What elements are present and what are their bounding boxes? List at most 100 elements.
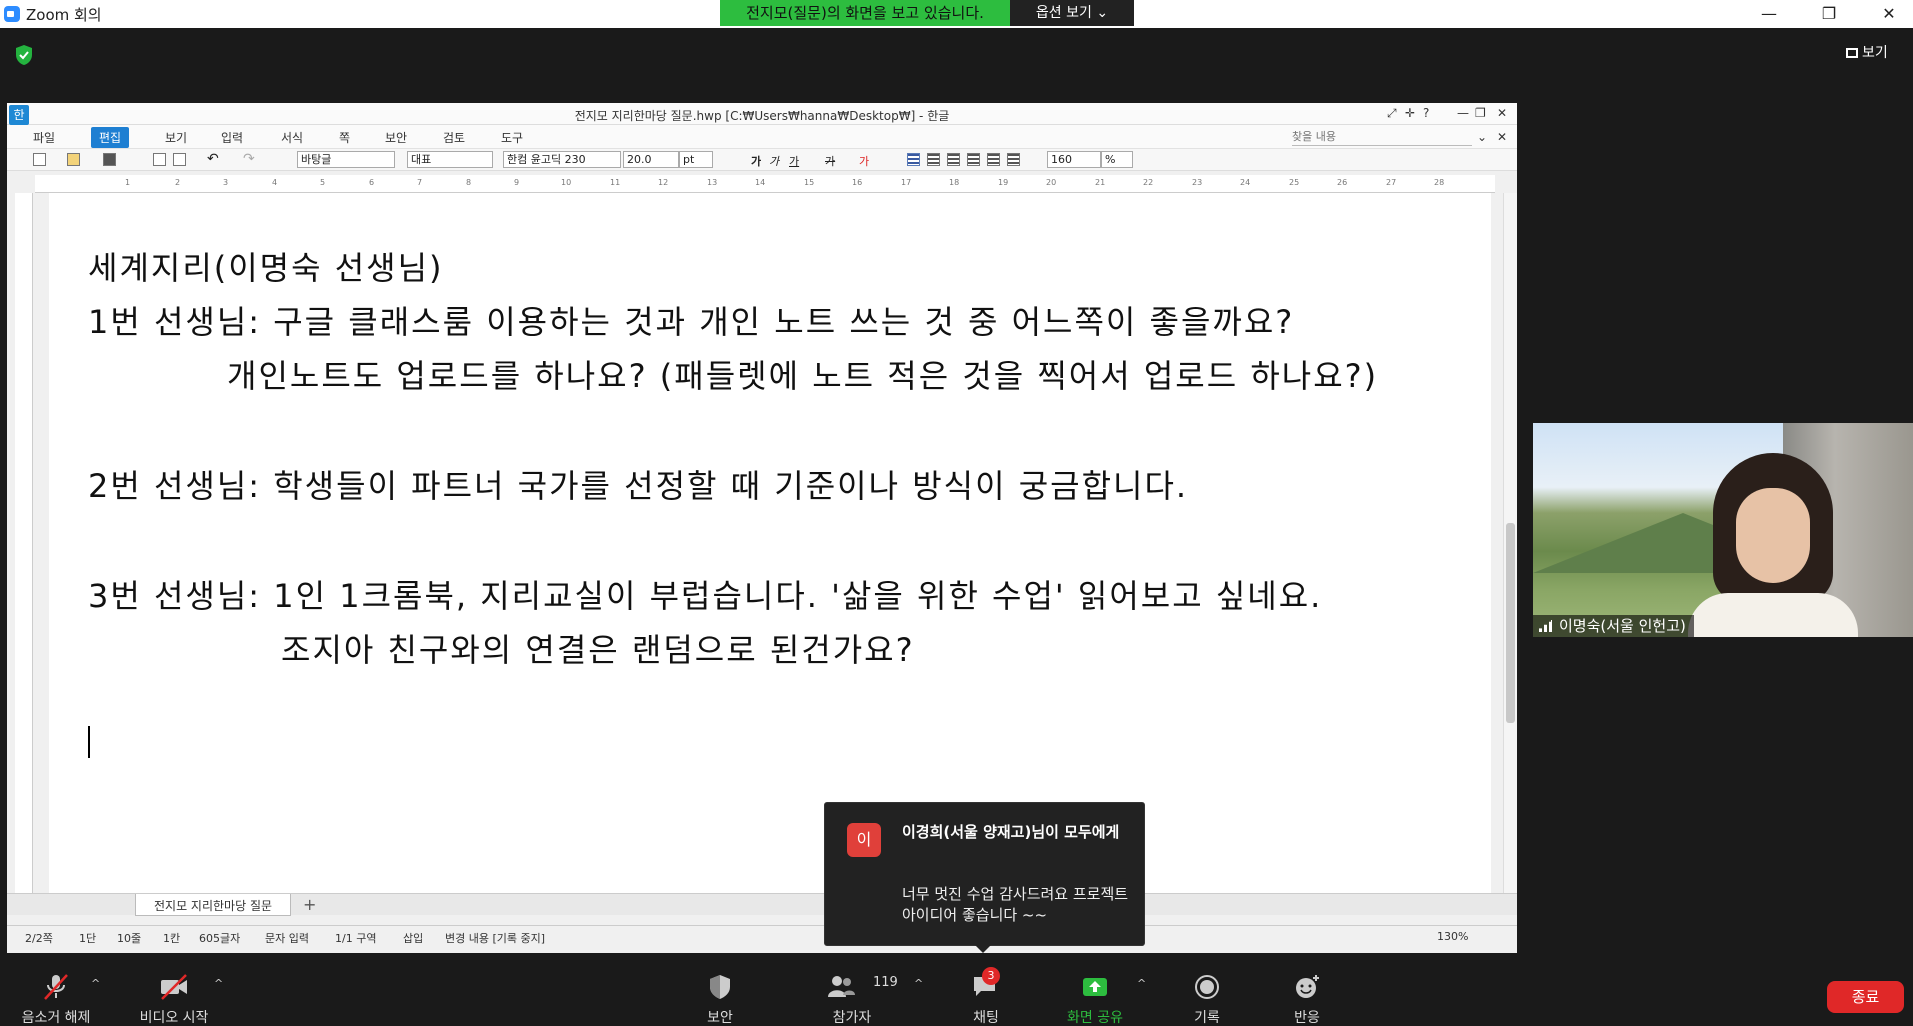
doc-question-3a[interactable]: 3번 선생님: 1인 1크롬북, 지리교실이 부럽습니다. '삶을 위한 수업'… — [88, 571, 1322, 617]
font-size-input[interactable]: 20.0 — [623, 151, 679, 168]
status-line: 10줄 — [117, 932, 142, 945]
record-icon — [1195, 975, 1219, 999]
participants-count: 119 — [873, 975, 898, 990]
print-icon[interactable] — [153, 153, 166, 166]
chat-unread-badge: 3 — [982, 967, 1000, 985]
underline-icon[interactable]: 가 — [789, 153, 802, 168]
scrollbar-thumb[interactable] — [1506, 523, 1515, 723]
zoom-logo-icon — [4, 6, 20, 22]
participant-video — [1688, 453, 1858, 637]
status-page: 2/2쪽 — [25, 932, 53, 945]
move-icon[interactable]: ✛ — [1405, 106, 1415, 120]
encryption-shield-icon[interactable] — [14, 44, 34, 66]
strikethrough-icon[interactable]: 가 — [825, 153, 838, 168]
align-center-icon[interactable] — [947, 153, 960, 166]
view-options-button[interactable]: 옵션 보기 ⌄ — [1010, 0, 1134, 26]
menu-insert[interactable]: 입력 — [221, 129, 243, 146]
doc-question-2[interactable]: 2번 선생님: 학생들이 파트너 국가를 선정할 때 기준이나 방식이 궁금합니… — [88, 461, 1188, 507]
font-select[interactable]: 한컴 윤고딕 230 — [503, 151, 621, 168]
participants-options-chevron-icon[interactable]: ^ — [914, 977, 923, 990]
align-right-icon[interactable] — [967, 153, 980, 166]
ribbon-collapse-icon[interactable]: ⌄ — [1477, 130, 1487, 144]
bold-icon[interactable]: 가 — [751, 153, 764, 168]
line-spacing-input[interactable]: 160 — [1047, 151, 1101, 168]
document-area: 세계지리(이명숙 선생님) 1번 선생님: 구글 클래스룸 이용하는 것과 개인… — [7, 193, 1517, 893]
fullscreen-icon[interactable]: ⤢ — [1387, 106, 1397, 121]
menu-tools[interactable]: 도구 — [501, 129, 523, 146]
status-column: 1단 — [79, 932, 97, 945]
text-color-icon[interactable]: 가 — [859, 153, 872, 168]
record-button[interactable]: 기록 — [1190, 973, 1224, 1026]
participant-video-tile[interactable]: 이명숙(서울 인헌고) — [1533, 423, 1913, 637]
audio-options-chevron-icon[interactable]: ^ — [91, 977, 100, 990]
preview-icon[interactable] — [173, 153, 186, 166]
undo-icon[interactable]: ↶ — [207, 151, 220, 167]
help-icon[interactable]: ? — [1423, 106, 1429, 120]
share-screen-icon — [1083, 978, 1107, 996]
view-layout-button[interactable]: 보기 — [1846, 42, 1906, 64]
align-left-icon[interactable] — [927, 153, 940, 166]
status-insert[interactable]: 삽입 — [403, 930, 423, 946]
status-input-mode: 문자 입력 — [265, 932, 309, 945]
shared-hangul-window: 한 전지모 지리한마당 질문.hwp [C:₩Users₩hanna₩Deskt… — [7, 103, 1517, 953]
redo-icon[interactable]: ↷ — [243, 151, 256, 167]
zoom-titlebar: Zoom 회의 전지모(질문)의 화면을 보고 있습니다. 옵션 보기 ⌄ — … — [0, 0, 1913, 28]
hwp-minimize-icon[interactable]: — — [1457, 106, 1469, 120]
tab-document[interactable]: 전지모 지리한마당 질문 — [135, 894, 292, 916]
menu-page[interactable]: 쪽 — [339, 129, 350, 146]
horizontal-ruler[interactable]: 1 2 3 4 5 6 7 8 9 10 11 12 13 14 15 16 1… — [35, 175, 1495, 193]
align-split-icon[interactable] — [1007, 153, 1020, 166]
share-screen-button[interactable]: 화면 공유 — [1060, 973, 1130, 1026]
video-options-chevron-icon[interactable]: ^ — [214, 977, 223, 990]
style2-select[interactable]: 대표 — [407, 151, 493, 168]
document-page[interactable]: 세계지리(이명숙 선생님) 1번 선생님: 구글 클래스룸 이용하는 것과 개인… — [49, 193, 1491, 893]
menu-edit[interactable]: 편집 — [91, 127, 130, 148]
minimize-icon[interactable]: — — [1746, 0, 1792, 28]
unmute-button[interactable]: 음소거 해제 — [16, 973, 96, 1026]
doc-heading[interactable]: 세계지리(이명숙 선생님) — [88, 243, 444, 289]
shield-icon — [710, 975, 730, 999]
find-input[interactable] — [1292, 128, 1472, 146]
chat-notification[interactable]: 이 이경희(서울 양재고)님이 모두에게 너무 멋진 수업 감사드려요 프로젝트… — [824, 802, 1145, 953]
save-icon[interactable] — [103, 153, 116, 166]
vertical-scrollbar[interactable] — [1503, 193, 1517, 893]
document-tabbar: 전지모 지리한마당 질문 + — [7, 893, 1517, 916]
vertical-ruler[interactable] — [15, 193, 33, 893]
align-justify-icon[interactable] — [907, 153, 920, 166]
emoji-reaction-icon — [1296, 975, 1319, 998]
status-zoom[interactable]: 130% — [1437, 930, 1468, 943]
line-spacing-unit[interactable]: % — [1101, 151, 1133, 168]
add-tab-icon[interactable]: + — [303, 895, 316, 914]
menu-file[interactable]: 파일 — [33, 129, 55, 146]
restore-icon[interactable]: ❐ — [1806, 0, 1852, 28]
status-changes[interactable]: 변경 내용 [기록 중지] — [445, 930, 545, 946]
end-meeting-button[interactable]: 종료 — [1827, 981, 1904, 1013]
font-unit-select[interactable]: pt — [679, 151, 713, 168]
menu-format[interactable]: 서식 — [281, 129, 303, 146]
menu-security[interactable]: 보안 — [385, 129, 407, 146]
chat-button[interactable]: 3 채팅 — [964, 967, 1008, 1026]
start-video-button[interactable]: 비디오 시작 — [132, 973, 216, 1026]
status-section: 1/1 구역 — [335, 932, 377, 945]
participants-icon — [828, 976, 855, 997]
hwp-restore-icon[interactable]: ❐ — [1475, 106, 1486, 120]
hwp-close-icon[interactable]: ✕ — [1497, 106, 1507, 120]
new-document-icon[interactable] — [33, 153, 46, 166]
doc-question-3b[interactable]: 조지아 친구와의 연결은 랜덤으로 된건가요? — [281, 625, 915, 671]
style-select[interactable]: 바탕글 — [297, 151, 395, 168]
doc-question-1b[interactable]: 개인노트도 업로드를 하나요? (패들렛에 노트 적은 것을 찍어서 업로드 하… — [227, 351, 1378, 397]
avatar: 이 — [847, 823, 881, 857]
hwp-titlebar: 한 전지모 지리한마당 질문.hwp [C:₩Users₩hanna₩Deskt… — [7, 103, 1517, 125]
open-folder-icon[interactable] — [67, 153, 80, 166]
security-button[interactable]: 보안 — [700, 973, 740, 1026]
doc-question-1a[interactable]: 1번 선생님: 구글 클래스룸 이용하는 것과 개인 노트 쓰는 것 중 어느쪽… — [88, 297, 1294, 343]
share-options-chevron-icon[interactable]: ^ — [1137, 977, 1146, 990]
sharing-banner: 전지모(질문)의 화면을 보고 있습니다. — [720, 0, 1010, 26]
italic-icon[interactable]: 가 — [769, 153, 782, 168]
doc-close-icon[interactable]: ✕ — [1497, 130, 1507, 144]
menu-review[interactable]: 검토 — [443, 129, 465, 146]
reactions-button[interactable]: 반응 — [1290, 973, 1324, 1026]
close-icon[interactable]: ✕ — [1866, 0, 1912, 28]
menu-view[interactable]: 보기 — [165, 129, 187, 146]
align-distribute-icon[interactable] — [987, 153, 1000, 166]
